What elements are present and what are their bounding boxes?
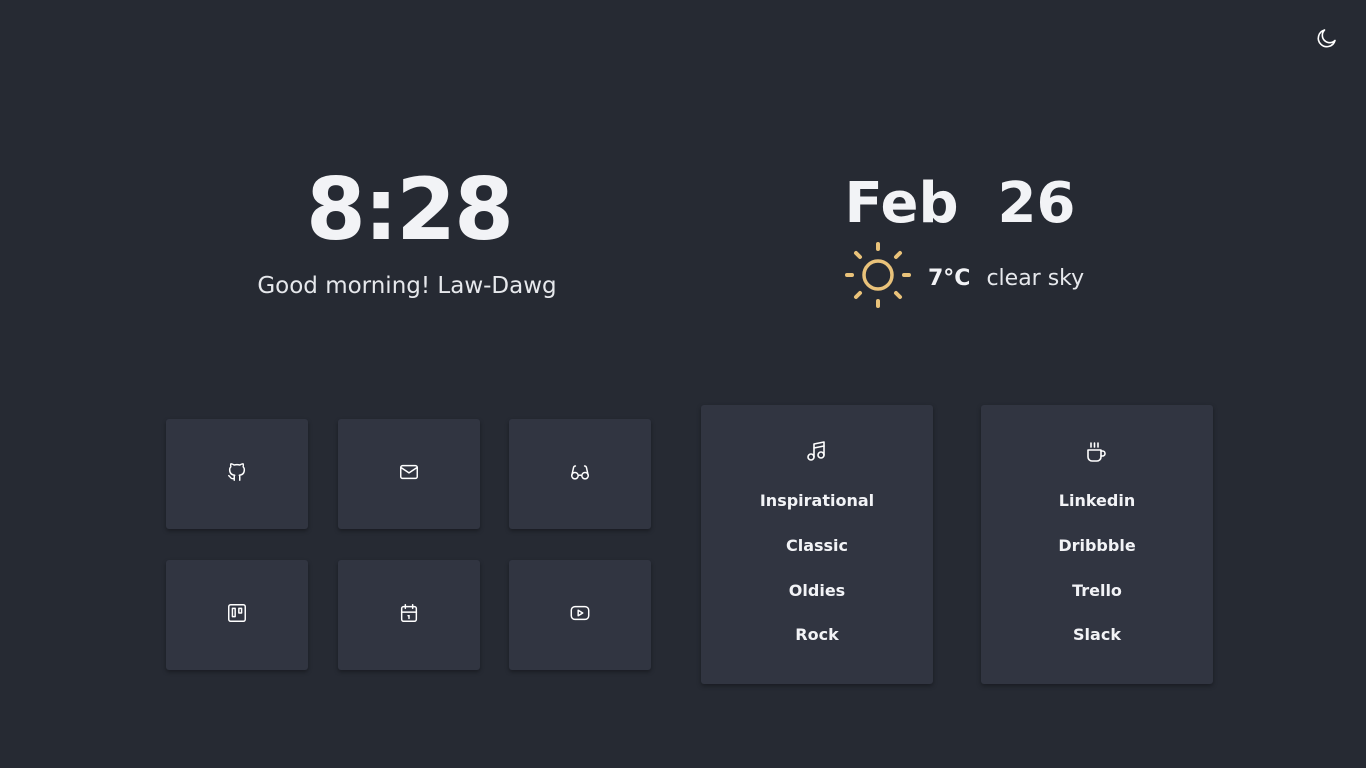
- music-icon: [805, 440, 829, 466]
- music-card: Inspirational Classic Oldies Rock: [701, 405, 933, 684]
- weather-widget: 7°C clear sky: [842, 240, 1085, 316]
- work-links-card: Linkedin Dribbble Trello Slack: [981, 405, 1213, 684]
- weather-temperature: 7°C: [928, 265, 971, 291]
- link-item-linkedin[interactable]: Linkedin: [981, 491, 1213, 510]
- sun-icon: [842, 240, 914, 316]
- github-icon: [226, 461, 248, 487]
- coffee-icon: [1085, 440, 1109, 466]
- date-display: Feb 26: [844, 171, 1076, 236]
- mail-icon: [398, 461, 420, 487]
- youtube-shortcut[interactable]: [509, 560, 651, 670]
- github-shortcut[interactable]: [166, 419, 308, 529]
- calendar-shortcut[interactable]: [338, 560, 480, 670]
- link-item-trello[interactable]: Trello: [981, 581, 1213, 600]
- music-item-inspirational[interactable]: Inspirational: [701, 491, 933, 510]
- greeting-text: Good morning! Law-Dawg: [257, 273, 557, 299]
- link-item-dribbble[interactable]: Dribbble: [981, 536, 1213, 555]
- mail-shortcut[interactable]: [338, 419, 480, 529]
- music-item-oldies[interactable]: Oldies: [701, 581, 933, 600]
- new-tab-dashboard: 8:28 Good morning! Law-Dawg Feb 26 7°C c…: [0, 0, 1366, 768]
- clock-time: 8:28: [306, 160, 514, 260]
- music-item-rock[interactable]: Rock: [701, 625, 933, 644]
- trello-shortcut[interactable]: [166, 560, 308, 670]
- theme-toggle-button[interactable]: [1313, 26, 1341, 54]
- calendar-icon: [398, 602, 420, 628]
- youtube-icon: [568, 602, 592, 628]
- moon-icon: [1315, 26, 1339, 54]
- glasses-icon: [568, 461, 592, 487]
- link-item-slack[interactable]: Slack: [981, 625, 1213, 644]
- trello-icon: [226, 602, 248, 628]
- reading-shortcut[interactable]: [509, 419, 651, 529]
- music-item-classic[interactable]: Classic: [701, 536, 933, 555]
- weather-description: clear sky: [986, 265, 1085, 291]
